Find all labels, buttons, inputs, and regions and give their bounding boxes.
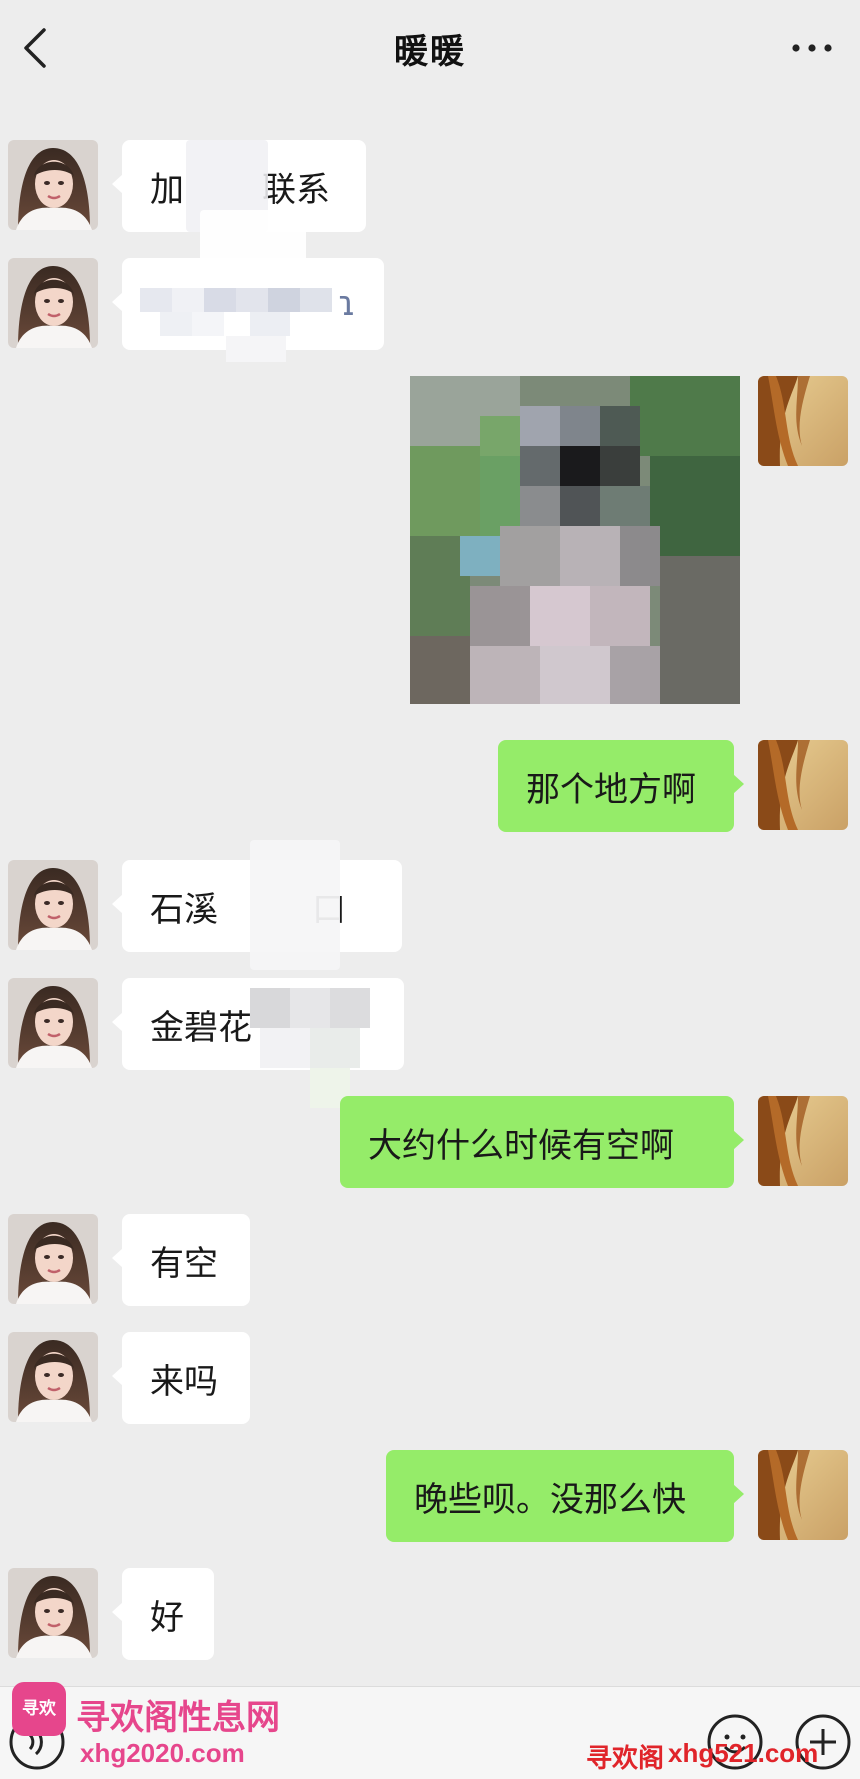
message-bubble[interactable]: 晚些呗。没那么快 [386,1450,744,1542]
chevron-left-icon[interactable] [12,22,60,74]
redaction-mosaic [140,288,332,362]
message-text: 石溪 [150,889,218,930]
avatar[interactable] [8,1568,98,1658]
watermark-domain: xhg521.com [668,1738,819,1768]
message-text: 有空 [150,1243,218,1284]
message-bubble[interactable]: 好 [112,1568,214,1660]
message-text: 那个地方啊 [526,769,696,810]
message-text: 大约什么时候有空啊 [368,1125,674,1166]
my-avatar[interactable] [758,1450,848,1540]
message-bubble[interactable]: 来吗 [112,1332,250,1424]
redaction-mosaic [250,840,340,970]
more-dots-icon[interactable] [786,30,838,66]
my-avatar[interactable] [758,376,848,466]
watermark-domain: xhg2020.com [80,1738,245,1768]
watermark-site-name: 寻欢阁性息网 [76,1699,280,1737]
message-text: 好 [150,1597,184,1638]
avatar[interactable] [8,140,98,230]
message-text: 加 [150,169,184,210]
message-bubble[interactable]: 那个地方啊 [498,740,744,832]
avatar[interactable] [8,978,98,1068]
message-text: 来吗 [150,1361,218,1402]
pixelated-photo[interactable] [410,376,740,704]
message-text: 联系 [262,169,330,210]
avatar[interactable] [8,1332,98,1422]
avatar[interactable] [8,258,98,348]
my-avatar[interactable] [758,740,848,830]
chat-header: 暖暖 [0,0,860,96]
my-avatar[interactable] [758,1096,848,1186]
watermark-logo: 寻欢 [12,1682,66,1736]
avatar[interactable] [8,860,98,950]
avatar[interactable] [8,1214,98,1304]
message-text: 金碧花 [150,1007,252,1048]
message-text: 晚些呗。没那么快 [414,1479,686,1520]
message-bubble[interactable]: 有空 [112,1214,250,1306]
message-bubble[interactable]: 大约什么时候有空啊 [340,1096,744,1188]
chat-title: 暖暖 [394,31,466,72]
watermark-domain-prefix: 寻欢阁 [586,1743,665,1773]
